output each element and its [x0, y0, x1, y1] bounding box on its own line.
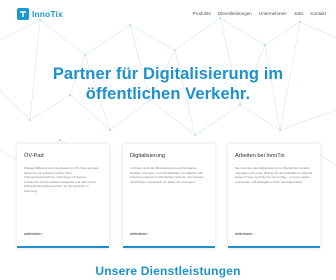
card-title: Arbeiten bei InnoTix: [235, 153, 285, 159]
arrow-right-icon: ›: [253, 232, 255, 236]
arrow-right-icon: ›: [42, 232, 44, 236]
card-text: Im Fokus sind die Mitarbeitenden und Fah…: [130, 166, 204, 184]
card-digitalisierung: Digitalisierung Im Fokus sind die Mitarb…: [123, 144, 215, 248]
read-more-link[interactable]: weiterlesen›: [24, 232, 43, 236]
card-title: Digitalisierung: [130, 153, 166, 159]
read-more-label: weiterlesen: [24, 232, 42, 236]
read-more-label: weiterlesen: [130, 232, 148, 236]
card-accent-bar: [123, 246, 215, 248]
section-title: Unsere Dienstleistungen: [95, 264, 241, 278]
read-more-link[interactable]: weiterlesen›: [130, 232, 149, 236]
main-nav: Produkte Dienstleistungen Unternehmen Jo…: [186, 11, 327, 16]
logo[interactable]: InnoTix: [17, 8, 63, 20]
card-oev-pad: ÖV-Pad Digitale Mitfahrer-Kommunikation …: [17, 144, 109, 248]
card-accent-bar: [228, 246, 320, 248]
logo-text: InnoTix: [32, 9, 63, 19]
hero-title-line-2: öffentlichen Verkehr.: [85, 85, 251, 103]
read-more-label: weiterlesen: [235, 232, 253, 236]
nav-item-dienstleistungen[interactable]: Dienstleistungen: [218, 11, 252, 16]
innotix-logo-icon: [17, 8, 29, 20]
card-arbeiten-bei-innotix: Arbeiten bei InnoTix Sie möchten die Dig…: [228, 144, 320, 248]
nav-item-kontakt[interactable]: Kontakt: [310, 11, 326, 16]
hero-title: Partner für Digitalisierung im öffentlic…: [0, 64, 336, 104]
card-text: Digitale Mitfahrer-Kommunikation im ÖV. …: [24, 166, 99, 193]
nav-item-unternehmen[interactable]: Unternehmen: [259, 11, 287, 16]
card-accent-bar: [17, 246, 109, 248]
card-text: Sie möchten die Digitalisierung im öffen…: [235, 166, 313, 184]
read-more-link[interactable]: weiterlesen›: [235, 232, 254, 236]
nav-item-jobs[interactable]: Jobs: [294, 11, 304, 16]
card-title: ÖV-Pad: [24, 153, 44, 159]
hero-title-line-1: Partner für Digitalisierung im: [52, 65, 284, 83]
nav-item-produkte[interactable]: Produkte: [193, 11, 211, 16]
site-header: InnoTix Produkte Dienstleistungen Untern…: [0, 0, 336, 30]
arrow-right-icon: ›: [148, 232, 150, 236]
